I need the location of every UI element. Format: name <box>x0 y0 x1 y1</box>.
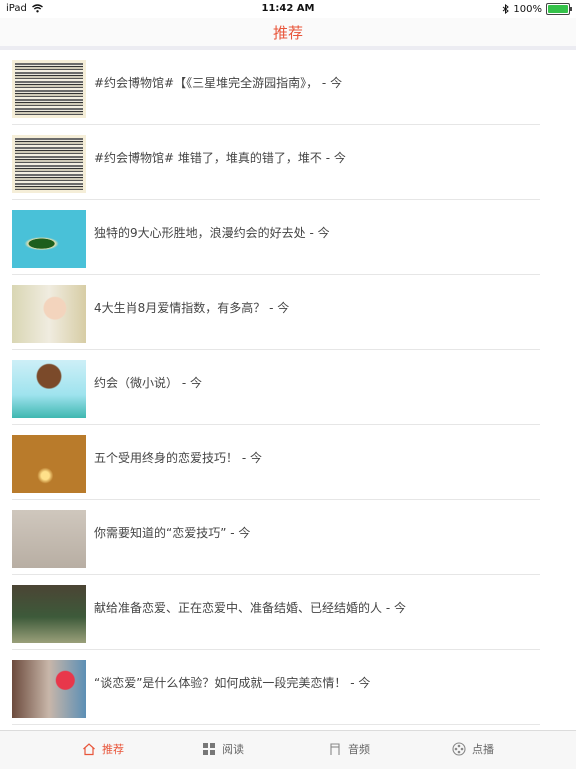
status-time: 11:42 AM <box>261 3 315 14</box>
article-list: #约会博物馆#【《三星堆完全游园指南》， - 今 #约会博物馆# 堆错了，堆真的… <box>0 50 576 725</box>
couple-image <box>12 585 86 643</box>
stripes-image <box>12 135 86 193</box>
battery-icon <box>546 3 572 15</box>
nav-bar: 推荐 <box>0 18 576 47</box>
tab-label: 音频 <box>348 743 370 756</box>
tab-label: 点播 <box>472 743 494 756</box>
list-item[interactable]: 独特的9大心形胜地，浪漫约会的好去处 - 今 <box>0 200 576 275</box>
tab-audio[interactable]: 音频 <box>328 741 370 757</box>
tab-label: 推荐 <box>102 743 124 756</box>
article-title: 五个受用终身的恋爱技巧！ - 今 <box>94 451 262 465</box>
list-item[interactable]: 你需要知道的“恋爱技巧” - 今 <box>0 500 576 575</box>
list-item[interactable]: 4大生肖8月爱情指数，有多高？ - 今 <box>0 275 576 350</box>
article-title: #约会博物馆#【《三星堆完全游园指南》， - 今 <box>94 76 343 90</box>
page-title: 推荐 <box>272 24 303 42</box>
heart-image <box>12 660 86 718</box>
film-reel-icon <box>452 742 466 756</box>
status-bar: iPad 11:42 AM 100% <box>0 0 576 18</box>
article-title: #约会博物馆# 堆错了，堆真的错了，堆不 - 今 <box>94 151 346 165</box>
article-title: 约会（微小说） - 今 <box>94 376 202 390</box>
article-title: 独特的9大心形胜地，浪漫约会的好去处 - 今 <box>94 226 330 240</box>
tab-bar: 推荐 阅读 音频 点播 <box>0 730 576 769</box>
battery-fill <box>548 5 568 13</box>
list-item[interactable]: 约会（微小说） - 今 <box>0 350 576 425</box>
list-item[interactable]: 五个受用终身的恋爱技巧！ - 今 <box>0 425 576 500</box>
dark-image <box>12 435 86 493</box>
home-icon <box>83 743 95 756</box>
music-icon <box>330 743 340 755</box>
grid-icon <box>203 743 215 755</box>
status-right: 100% <box>502 3 572 15</box>
cartoon-image <box>12 360 86 418</box>
article-title: “谈恋爱”是什么体验？如何成就一段完美恋情！ - 今 <box>94 676 371 690</box>
girl-image <box>12 285 86 343</box>
list-item[interactable]: #约会博物馆#【《三星堆完全游园指南》， - 今 <box>0 50 576 125</box>
tab-on-demand[interactable]: 点播 <box>452 741 494 757</box>
article-title: 献给准备恋爱、正在恋爱中、准备结婚、已经结婚的人 - 今 <box>94 601 406 615</box>
article-title: 你需要知道的“恋爱技巧” - 今 <box>94 526 251 540</box>
bluetooth-icon <box>503 4 510 14</box>
tab-label: 阅读 <box>222 743 244 756</box>
list-item[interactable]: #约会博物馆# 堆错了，堆真的错了，堆不 - 今 <box>0 125 576 200</box>
stripes-image <box>12 60 86 118</box>
list-item[interactable]: 献给准备恋爱、正在恋爱中、准备结婚、已经结婚的人 - 今 <box>0 575 576 650</box>
island-image <box>12 210 86 268</box>
tab-recommend[interactable]: 推荐 <box>82 741 124 757</box>
list-item[interactable]: “谈恋爱”是什么体验？如何成就一段完美恋情！ - 今 <box>0 650 576 725</box>
handwriting-image <box>12 510 86 568</box>
article-title: 4大生肖8月爱情指数，有多高？ - 今 <box>94 301 290 315</box>
battery-percent: 100% <box>513 3 542 15</box>
tab-read[interactable]: 阅读 <box>202 741 244 757</box>
